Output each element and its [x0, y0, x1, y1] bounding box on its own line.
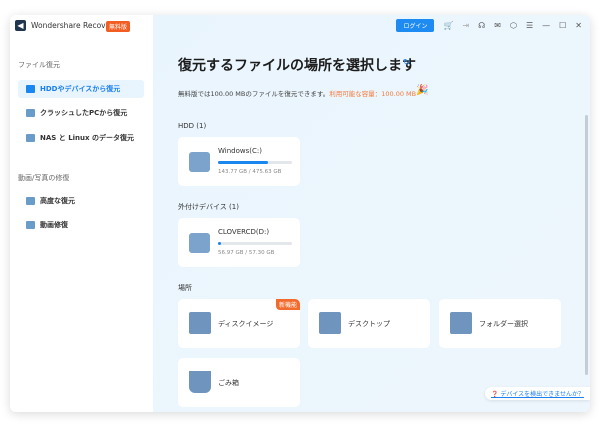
- close-icon[interactable]: ✕: [575, 21, 582, 30]
- title-bar: ログイン 🛒 ⇥ ☊ ✉ ⬡ ☰ — ☐ ✕: [396, 18, 590, 32]
- sidebar: ◀ Wondershare Recoverit 無料版 ファイル復元 HDDやデ…: [10, 15, 153, 412]
- nas-icon: [26, 134, 35, 142]
- monitor-icon: [26, 109, 35, 117]
- external-section-label: 外付けデバイス (1): [178, 203, 239, 211]
- location-folder[interactable]: フォルダー選択: [439, 299, 561, 348]
- folder-icon: [450, 312, 472, 334]
- maximize-icon[interactable]: ☐: [559, 21, 566, 30]
- wrench-icon: [26, 221, 35, 229]
- refresh-icon[interactable]: ↻: [403, 58, 411, 68]
- capacity-text: 利用可能な容量：100.00 MB: [329, 90, 417, 98]
- hdd-drive-icon: [189, 152, 210, 172]
- login-button[interactable]: ログイン: [396, 18, 435, 32]
- mail-icon[interactable]: ✉: [494, 21, 501, 30]
- drive-usage-bar: [218, 161, 292, 164]
- location-section-label: 場所: [178, 284, 192, 292]
- scrollbar[interactable]: [585, 115, 588, 375]
- hdd-icon: [26, 85, 35, 93]
- app-window: ◀ Wondershare Recoverit 無料版 ファイル復元 HDDやデ…: [10, 15, 590, 412]
- section-file-recovery: ファイル復元: [18, 61, 60, 69]
- sidebar-item-nas[interactable]: NAS と Linux のデータ復元: [18, 129, 144, 147]
- sidebar-item-advanced[interactable]: 高度な復元: [18, 192, 144, 210]
- sign-in-icon[interactable]: ⇥: [462, 21, 469, 30]
- location-recycle-bin[interactable]: ごみ箱: [178, 358, 300, 407]
- camera-icon: [26, 197, 35, 205]
- location-name: フォルダー選択: [479, 320, 528, 328]
- menu-icon[interactable]: ☰: [526, 21, 533, 30]
- page-title: 復元するファイルの場所を選択します: [178, 58, 416, 74]
- main-panel: ログイン 🛒 ⇥ ☊ ✉ ⬡ ☰ — ☐ ✕ 復元するファイルの場所を選択します…: [153, 15, 590, 412]
- free-limit-text: 無料版では100.00 MBのファイルを復元できます。: [178, 90, 330, 98]
- sidebar-item-crashed-pc[interactable]: クラッシュしたPCから復元: [18, 104, 144, 122]
- free-badge: 無料版: [106, 21, 131, 32]
- desktop-icon: [319, 312, 341, 334]
- location-desktop[interactable]: デスクトップ: [308, 299, 430, 348]
- section-repair: 動画/写真の修復: [18, 174, 70, 182]
- help-icon: ❓: [490, 391, 501, 398]
- drive-name: Windows(C:): [218, 147, 262, 155]
- usb-drive-icon: [189, 233, 210, 253]
- minimize-icon[interactable]: —: [542, 21, 550, 30]
- drive-size: 143.77 GB / 475.63 GB: [218, 169, 282, 175]
- location-name: デスクトップ: [348, 320, 390, 328]
- drive-card-c[interactable]: Windows(C:) 143.77 GB / 475.63 GB: [178, 137, 300, 186]
- help-link-text: デバイスを検出できませんか？: [500, 391, 584, 398]
- sidebar-item-label: 高度な復元: [40, 197, 75, 205]
- drive-name: CLOVERCD(D:): [218, 228, 270, 236]
- sidebar-item-label: NAS と Linux のデータ復元: [40, 134, 134, 142]
- headset-icon[interactable]: ☊: [478, 21, 485, 30]
- hdd-section-label: HDD (1): [178, 122, 207, 130]
- location-name: ごみ箱: [218, 379, 239, 387]
- sidebar-item-label: 動画修復: [40, 221, 68, 229]
- cart-icon[interactable]: 🛒: [443, 21, 453, 30]
- location-name: ディスクイメージ: [218, 320, 274, 328]
- drive-card-d[interactable]: CLOVERCD(D:) 56.97 GB / 57.30 GB: [178, 218, 300, 267]
- sidebar-item-video-repair[interactable]: 動画修復: [18, 216, 144, 234]
- disk-image-icon: [189, 312, 211, 334]
- device-not-detected-link[interactable]: ❓ デバイスを検出できませんか？: [484, 387, 590, 400]
- sidebar-item-label: HDDやデバイスから復元: [40, 85, 121, 93]
- trash-icon: [189, 371, 211, 393]
- drive-usage-bar: [218, 242, 292, 245]
- app-logo: ◀: [15, 20, 26, 31]
- drive-size: 56.97 GB / 57.30 GB: [218, 250, 275, 256]
- sidebar-item-label: クラッシュしたPCから復元: [40, 109, 128, 117]
- subtitle: 無料版では100.00 MBのファイルを復元できます。利用可能な容量：100.0…: [178, 88, 416, 98]
- party-popper-icon: 🎉: [416, 85, 429, 96]
- shield-icon[interactable]: ⬡: [510, 21, 517, 30]
- sidebar-item-hdd[interactable]: HDDやデバイスから復元: [18, 80, 144, 98]
- location-disk-image[interactable]: ディスクイメージ 新機能: [178, 299, 300, 348]
- new-feature-badge: 新機能: [275, 299, 300, 310]
